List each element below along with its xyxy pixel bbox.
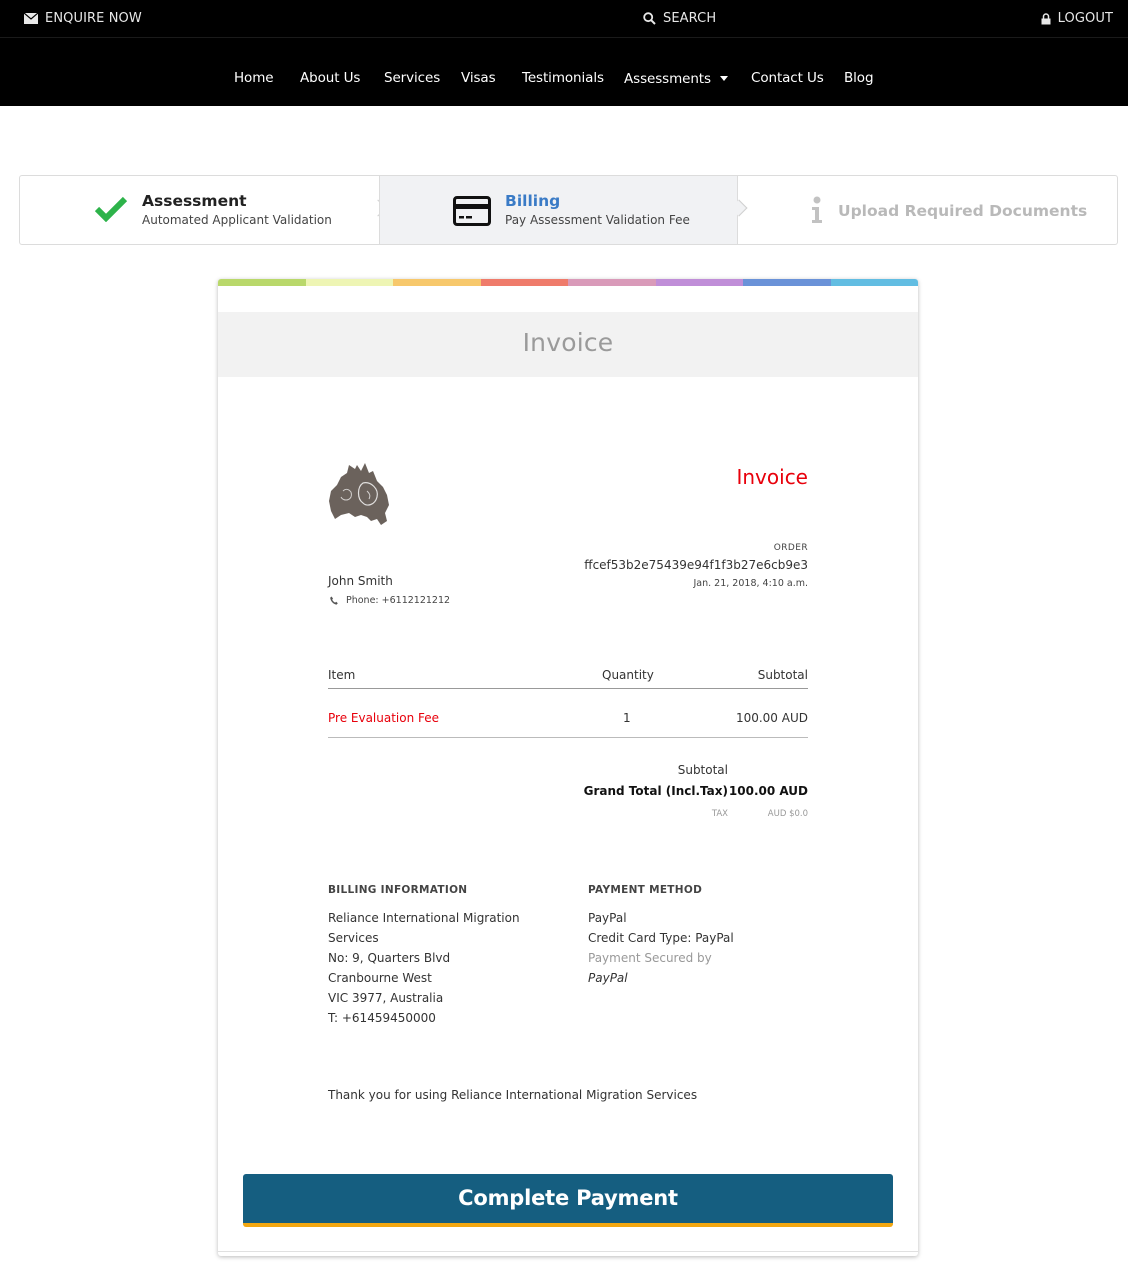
envelope-icon xyxy=(24,13,38,24)
australia-logo xyxy=(329,463,389,525)
caret-down-icon xyxy=(719,76,728,81)
phone-icon xyxy=(330,596,338,605)
step-billing[interactable]: Billing Pay Assessment Validation Fee xyxy=(379,176,748,244)
line-item-quantity: 1 xyxy=(623,711,631,725)
step-assessment-subtitle: Automated Applicant Validation xyxy=(142,213,332,227)
nav-home[interactable]: Home xyxy=(234,70,274,86)
line-item-name: Pre Evaluation Fee xyxy=(328,711,440,725)
billing-line: Cranbourne West xyxy=(328,971,432,985)
color-strip-segment xyxy=(655,279,743,286)
info-icon xyxy=(812,196,822,223)
nav-blog[interactable]: Blog xyxy=(844,70,874,86)
tax-label: TAX xyxy=(711,809,728,819)
nav-visas[interactable]: Visas xyxy=(461,70,496,86)
color-strip-segment xyxy=(218,279,306,286)
step-upload-title: Upload Required Documents xyxy=(838,202,1088,220)
main-nav: Home About Us Services Visas Testimonial… xyxy=(0,38,1128,106)
subtotal-label: Subtotal xyxy=(677,763,728,777)
grand-total-value: 100.00 AUD xyxy=(728,784,808,798)
billing-line: Reliance International Migration Service… xyxy=(328,911,520,945)
invoice-heading: Invoice xyxy=(522,328,614,357)
progress-steps: Assessment Automated Applicant Validatio… xyxy=(19,175,1118,245)
utility-bar: ENQUIRE NOW SEARCH LOGOUT xyxy=(0,0,1128,38)
secured-provider: PayPal xyxy=(588,971,628,985)
card-footer-line xyxy=(218,1251,918,1252)
secured-by-label: Payment Secured by xyxy=(588,951,712,965)
tax-value: AUD $0.0 xyxy=(767,809,808,819)
step-assessment-title: Assessment xyxy=(142,192,247,210)
color-strip-segment xyxy=(743,279,831,286)
credit-card-icon xyxy=(453,196,491,226)
color-strip-segment xyxy=(393,279,481,286)
nav-services[interactable]: Services xyxy=(384,70,440,86)
step-billing-title: Billing xyxy=(505,192,561,210)
color-strip-segment xyxy=(480,279,568,286)
lock-icon xyxy=(1041,12,1051,24)
billing-info: Reliance International Migration Service… xyxy=(328,908,538,1028)
billing-info-heading: BILLING INFORMATION xyxy=(328,884,468,896)
column-header-item: Item xyxy=(328,668,356,682)
table-divider xyxy=(328,688,808,689)
line-item-subtotal: 100.00 AUD xyxy=(735,711,808,725)
step-assessment[interactable]: Assessment Automated Applicant Validatio… xyxy=(20,176,387,244)
nav-assessments-label: Assessments xyxy=(624,71,711,87)
order-label: ORDER xyxy=(773,543,808,553)
billing-line: T: +61459450000 xyxy=(328,1011,436,1025)
payment-method-heading: PAYMENT METHOD xyxy=(588,884,703,896)
billing-line: No: 9, Quarters Blvd xyxy=(328,951,451,965)
step-billing-subtitle: Pay Assessment Validation Fee xyxy=(505,213,690,227)
color-strip-segment xyxy=(568,279,656,286)
column-header-subtotal: Subtotal xyxy=(757,668,808,682)
step-upload-documents[interactable]: Upload Required Documents xyxy=(738,176,1117,244)
customer-phone-text: Phone: +6112121212 xyxy=(346,595,451,606)
checkmark-icon xyxy=(95,196,127,222)
invoice-header: Invoice xyxy=(218,312,918,377)
search-label: SEARCH xyxy=(663,11,717,26)
complete-payment-button[interactable]: Complete Payment xyxy=(243,1174,893,1227)
search-icon xyxy=(643,12,656,25)
enquire-now-link[interactable]: ENQUIRE NOW xyxy=(24,11,142,26)
color-strip-segment xyxy=(305,279,393,286)
nav-testimonials[interactable]: Testimonials xyxy=(522,70,604,86)
grand-total-label: Grand Total (Incl.Tax) xyxy=(583,784,728,798)
search-link[interactable]: SEARCH xyxy=(643,11,716,26)
payment-method: PayPal xyxy=(588,911,627,925)
site-header: ENQUIRE NOW SEARCH LOGOUT Home About Us … xyxy=(0,0,1128,106)
payment-method-info: PayPal Credit Card Type: PayPal Payment … xyxy=(588,908,788,988)
nav-about-us[interactable]: About Us xyxy=(300,70,360,86)
thank-you-note: Thank you for using Reliance Internation… xyxy=(328,1088,698,1102)
invoice-title: Invoice xyxy=(736,465,808,489)
color-strip-segment xyxy=(830,279,918,286)
order-date: Jan. 21, 2018, 4:10 a.m. xyxy=(693,578,809,589)
enquire-now-label: ENQUIRE NOW xyxy=(45,11,142,26)
nav-assessments[interactable]: Assessments xyxy=(624,71,728,87)
logout-label: LOGOUT xyxy=(1057,11,1113,26)
invoice-card: Invoice Invoice ORDER ffcef53b2e75439e94… xyxy=(218,279,918,1256)
table-divider xyxy=(328,737,808,738)
column-header-quantity: Quantity xyxy=(602,668,654,682)
customer-name: John Smith xyxy=(328,574,393,588)
billing-line: VIC 3977, Australia xyxy=(328,991,444,1005)
order-id: ffcef53b2e75439e94f1f3b27e6cb9e3 xyxy=(584,558,808,572)
customer-phone: Phone: +6112121212 xyxy=(330,595,450,606)
logout-link[interactable]: LOGOUT xyxy=(1041,11,1113,26)
card-type: Credit Card Type: PayPal xyxy=(588,931,734,945)
nav-contact-us[interactable]: Contact Us xyxy=(751,70,824,86)
color-strip xyxy=(218,279,918,286)
